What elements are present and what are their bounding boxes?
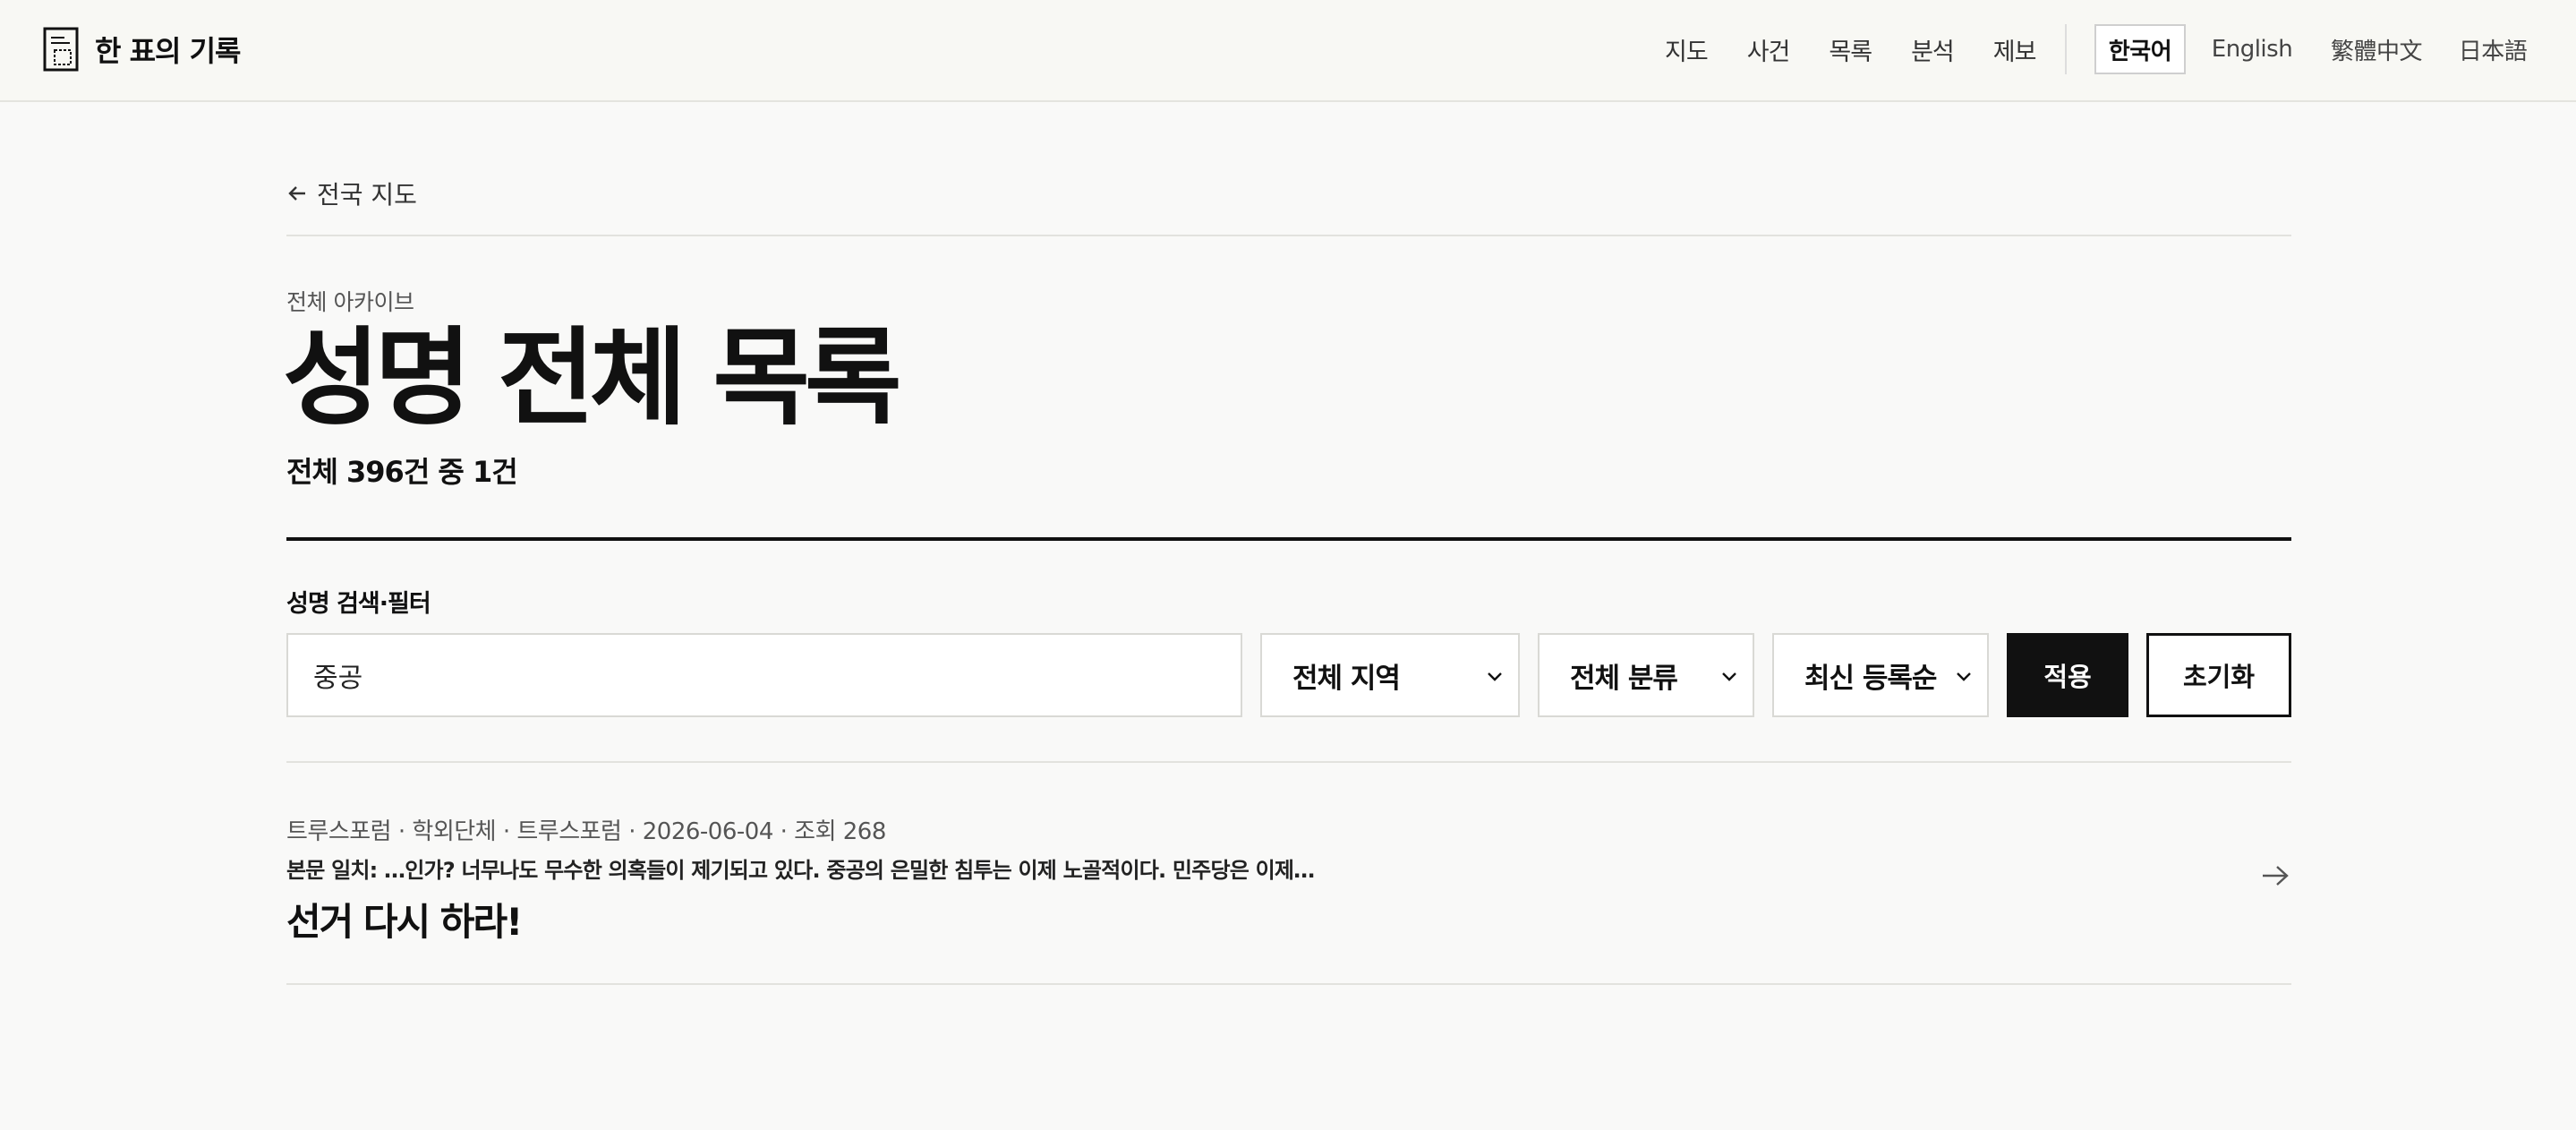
nav-divider (2065, 24, 2067, 74)
list-item[interactable]: 트루스포럼 · 학외단체 · 트루스포럼 · 2026-06-04 · 조회 2… (286, 763, 2291, 987)
chevron-down-icon (1957, 672, 1971, 681)
brand-name: 한 표의 기록 (95, 34, 241, 68)
category-select[interactable]: 전체 분류 (1538, 633, 1754, 717)
nav-item-map[interactable]: 지도 (1665, 32, 1709, 67)
sort-select-value: 최신 등록순 (1804, 662, 1937, 695)
lang-english[interactable]: English (2202, 24, 2302, 74)
document-icon (43, 27, 79, 72)
chevron-down-icon (1722, 672, 1736, 681)
title-divider (286, 537, 2291, 541)
divider (286, 235, 2291, 236)
back-link-label: 전국 지도 (317, 180, 417, 210)
region-select-value: 전체 지역 (1292, 662, 1401, 695)
nav-item-list[interactable]: 목록 (1829, 32, 1872, 67)
arrow-left-icon (288, 186, 305, 201)
main-nav: 지도 사건 목록 분석 제보 (1665, 23, 2075, 75)
filter-section-label: 성명 검색·필터 (286, 590, 431, 618)
lang-traditional-chinese[interactable]: 繁體中文 (2324, 24, 2429, 74)
region-select[interactable]: 전체 지역 (1260, 633, 1520, 717)
search-input[interactable] (286, 633, 1242, 717)
lang-korean[interactable]: 한국어 (2094, 24, 2186, 74)
result-snippet: 본문 일치: …인가? 너무나도 무수한 의혹들이 제기되고 있다. 중공의 은… (286, 858, 1315, 883)
top-bar: 한 표의 기록 지도 사건 목록 분석 제보 한국어 English 繁體中文 … (0, 0, 2576, 102)
reset-button[interactable]: 초기화 (2146, 633, 2291, 717)
apply-button[interactable]: 적용 (2007, 633, 2128, 717)
page-eyebrow: 전체 아카이브 (286, 289, 414, 315)
divider (286, 983, 2291, 985)
page-title: 성명 전체 목록 (283, 316, 902, 440)
category-select-value: 전체 분류 (1570, 662, 1678, 695)
result-title: 선거 다시 하라! (286, 900, 523, 944)
result-meta: 트루스포럼 · 학외단체 · 트루스포럼 · 2026-06-04 · 조회 2… (286, 818, 886, 845)
result-count: 전체 396건 중 1건 (286, 455, 518, 489)
nav-item-incidents[interactable]: 사건 (1747, 32, 1791, 67)
chevron-down-icon (1488, 672, 1502, 681)
lang-japanese[interactable]: 日本語 (2449, 24, 2537, 74)
nav-item-report[interactable]: 제보 (1993, 32, 2037, 67)
sort-select[interactable]: 최신 등록순 (1772, 633, 1989, 717)
arrow-right-icon (2263, 866, 2289, 886)
nav-item-analysis[interactable]: 분석 (1911, 32, 1955, 67)
back-to-map-link[interactable]: 전국 지도 (286, 175, 417, 211)
brand-logo[interactable]: 한 표의 기록 (43, 27, 241, 72)
